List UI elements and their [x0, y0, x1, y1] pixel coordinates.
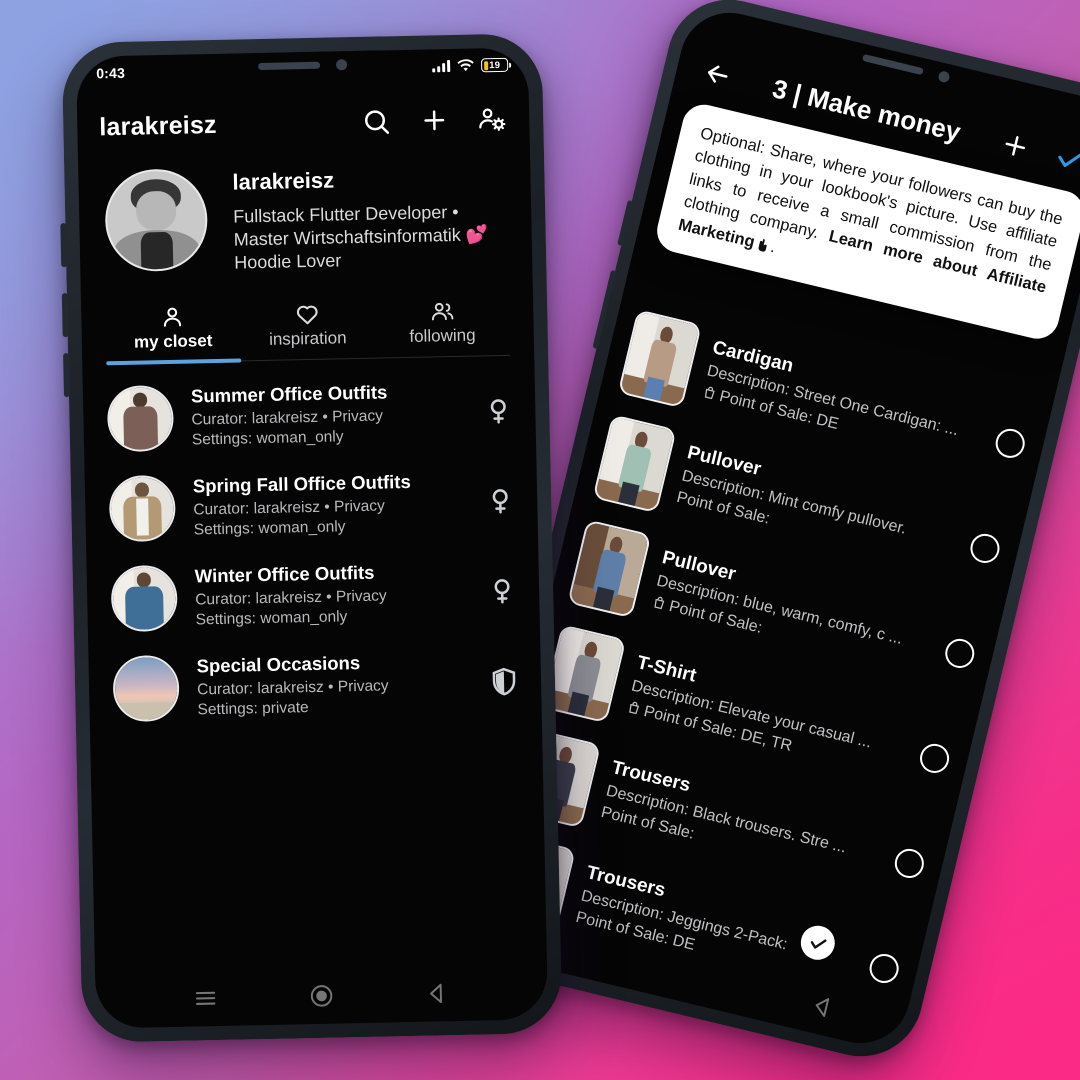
- list-item[interactable]: Winter Office Outfits Curator: larakreis…: [106, 546, 522, 645]
- tab-bar: my closet inspiration following: [104, 290, 511, 365]
- search-icon[interactable]: [361, 106, 392, 137]
- check-icon[interactable]: [1052, 141, 1080, 177]
- home-circle-icon[interactable]: [308, 983, 335, 1010]
- tab-label: inspiration: [268, 328, 347, 349]
- shield-icon: [489, 666, 520, 697]
- product-thumbnail: [592, 414, 677, 514]
- person-icon: [105, 301, 240, 334]
- tab-inspiration[interactable]: inspiration: [240, 294, 376, 361]
- closet-meta: Curator: larakreisz • Privacy Settings: w…: [195, 587, 387, 629]
- closet-text: Special Occasions Curator: larakreisz • …: [196, 649, 471, 720]
- closet-list: Summer Office Outfits Curator: larakreis…: [82, 355, 542, 734]
- profile-username: larakreisz: [232, 167, 335, 195]
- bag-icon: [650, 594, 668, 612]
- list-item[interactable]: Spring Fall Office Outfits Curator: lara…: [104, 456, 520, 555]
- venus-icon: [487, 576, 518, 607]
- closet-thumbnail: [106, 384, 175, 453]
- tap-icon: [755, 235, 773, 254]
- tab-label: following: [409, 325, 476, 347]
- left-android-navbar: [95, 963, 548, 1028]
- avatar[interactable]: [104, 168, 209, 273]
- status-time: 0:43: [96, 64, 126, 82]
- back-arrow-icon[interactable]: [700, 56, 736, 92]
- closet-text: Winter Office Outfits Curator: larakreis…: [195, 559, 470, 630]
- signal-icon: [432, 60, 451, 73]
- closet-title: Winter Office Outfits: [194, 561, 375, 587]
- screenshot-stage: 3 | Make money Optional: Share, where yo…: [0, 0, 1080, 1080]
- product-thumbnail: [567, 519, 652, 619]
- venus-icon: [485, 486, 516, 517]
- check-icon: [810, 938, 827, 949]
- earpiece-speaker: [257, 61, 320, 70]
- back-triangle-icon[interactable]: [807, 991, 838, 1022]
- person-settings-icon[interactable]: [477, 104, 508, 135]
- back-triangle-icon[interactable]: [424, 980, 451, 1007]
- people-icon: [374, 295, 509, 328]
- left-phone-screen: 0:43 19 larakreisz larakreisz Fullstack …: [75, 47, 549, 1029]
- bag-icon: [625, 699, 643, 717]
- front-camera: [335, 58, 347, 70]
- closet-thumbnail: [110, 564, 178, 633]
- closet-meta: Curator: larakreisz • Privacy Settings: p…: [196, 677, 389, 719]
- page-title: larakreisz: [99, 110, 217, 141]
- battery-icon: 19: [480, 57, 509, 73]
- beach-scene: [114, 656, 178, 721]
- left-appbar: larakreisz: [77, 87, 530, 158]
- tab-following[interactable]: following: [374, 291, 510, 358]
- closet-meta: Curator: larakreisz • Privacy Settings: w…: [191, 407, 384, 449]
- list-item[interactable]: Special Occasions Curator: larakreisz • …: [108, 636, 524, 735]
- tab-my-closet[interactable]: my closet: [105, 297, 241, 364]
- profile-bio: Fullstack Flutter Developer • Master Wir…: [233, 201, 489, 273]
- tab-label: my closet: [133, 331, 213, 352]
- left-phone-mockup: 0:43 19 larakreisz larakreisz Fullstack …: [60, 33, 563, 1043]
- closet-text: Summer Office Outfits Curator: larakreis…: [191, 379, 466, 450]
- status-indicators: 19: [432, 57, 509, 74]
- front-camera: [936, 69, 951, 83]
- product-select-radio[interactable]: [891, 845, 927, 881]
- left-phone-notch: [226, 50, 378, 80]
- menu-icon[interactable]: [192, 985, 219, 1012]
- profile-section: larakreisz Fullstack Flutter Developer •…: [78, 151, 532, 278]
- plus-icon[interactable]: [997, 128, 1033, 164]
- appbar-actions: [361, 104, 508, 137]
- closet-text: Spring Fall Office Outfits Curator: lara…: [193, 469, 468, 540]
- product-select-radio[interactable]: [942, 635, 978, 671]
- product-select-radio[interactable]: [866, 950, 902, 986]
- list-item[interactable]: Summer Office Outfits Curator: larakreis…: [103, 366, 519, 465]
- left-phone-volume-up: [61, 293, 69, 338]
- wifi-icon: [457, 59, 474, 73]
- right-appbar-actions: [997, 128, 1080, 177]
- product-select-radio[interactable]: [992, 425, 1028, 461]
- bag-icon: [701, 384, 719, 402]
- closet-title: Special Occasions: [196, 651, 361, 677]
- closet-thumbnail: [112, 654, 180, 723]
- closet-meta: Curator: larakreisz • Privacy Settings: w…: [193, 497, 386, 539]
- product-select-radio[interactable]: [917, 740, 953, 776]
- left-phone-side-button: [60, 223, 68, 268]
- heart-icon: [240, 298, 375, 331]
- profile-info: larakreisz Fullstack Flutter Developer •…: [232, 162, 508, 275]
- venus-icon: [483, 396, 514, 427]
- product-thumbnail: [617, 309, 702, 409]
- closet-title: Summer Office Outfits: [190, 381, 388, 407]
- closet-title: Spring Fall Office Outfits: [192, 470, 411, 497]
- plus-icon[interactable]: [419, 105, 450, 136]
- left-phone-volume-down: [63, 353, 70, 398]
- earpiece-speaker: [861, 53, 924, 75]
- closet-thumbnail: [108, 474, 177, 543]
- product-select-radio[interactable]: [967, 530, 1003, 566]
